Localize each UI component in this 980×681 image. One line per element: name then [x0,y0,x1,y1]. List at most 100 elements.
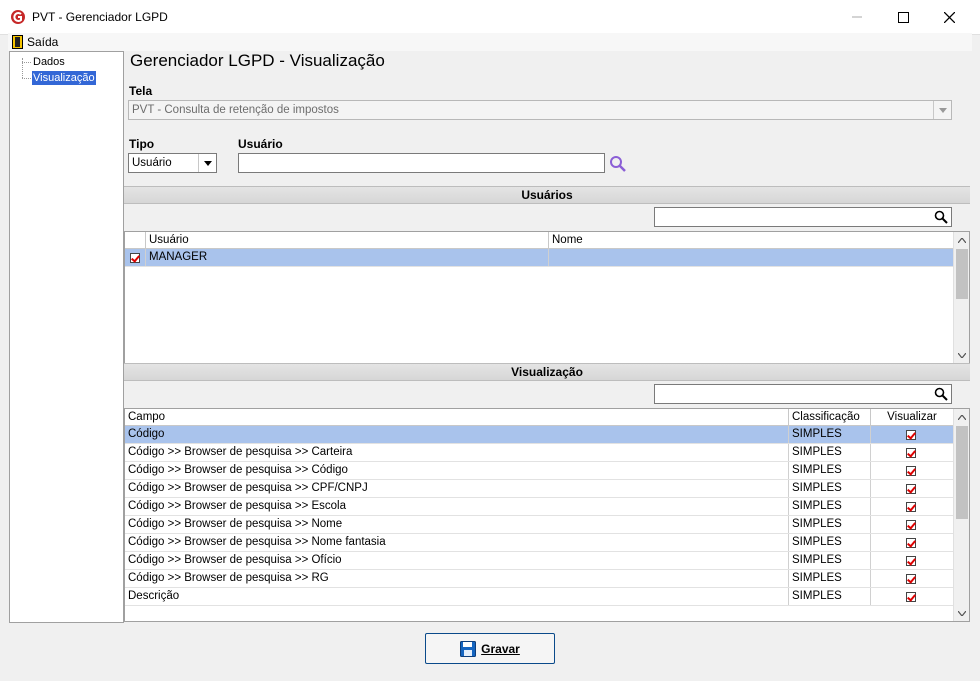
view-vertical-scrollbar[interactable] [953,409,969,621]
view-column-campo[interactable]: Campo [125,409,789,425]
users-vertical-scrollbar[interactable] [953,232,969,363]
view-cell-visualizar[interactable] [871,552,953,569]
table-row[interactable]: Código >> Browser de pesquisa >> Código S… [125,462,953,480]
users-section-header: Usuários [124,186,970,204]
exit-door-icon [12,35,23,49]
view-cell-classificacao: SIMPLES [789,552,871,569]
view-cell-campo: Código >> Browser de pesquisa >> Carteir… [125,444,789,461]
table-row[interactable]: Código >> Browser de pesquisa >> Escola S… [125,498,953,516]
tipo-select-value: Usuário [132,157,172,169]
view-cell-classificacao: SIMPLES [789,498,871,515]
view-column-classificacao[interactable]: Classificação [789,409,871,425]
view-cell-classificacao: SIMPLES [789,462,871,479]
scroll-up-arrow-icon[interactable] [954,232,969,248]
table-row[interactable]: Código >> Browser de pesquisa >> Ofício S… [125,552,953,570]
scroll-down-arrow-icon[interactable] [954,347,969,363]
view-cell-visualizar[interactable] [871,480,953,497]
visualizar-checkbox[interactable] [906,556,916,566]
close-button[interactable] [926,0,972,34]
view-cell-visualizar[interactable] [871,534,953,551]
tela-select-value: PVT - Consulta de retenção de impostos [132,104,339,116]
chevron-down-icon [938,107,947,113]
view-cell-classificacao: SIMPLES [789,444,871,461]
usuario-input[interactable] [238,153,605,173]
table-row[interactable]: Código >> Browser de pesquisa >> RG SIMPL… [125,570,953,588]
view-scroll-thumb[interactable] [956,426,968,519]
users-scroll-thumb[interactable] [956,249,968,299]
users-search-field[interactable] [654,207,952,227]
view-column-visualizar[interactable]: Visualizar [871,409,953,425]
chevron-down-icon [203,160,212,166]
view-cell-campo: Descrição [125,588,789,605]
tree-item-dados[interactable]: Dados [32,55,66,69]
maximize-icon [897,11,909,23]
minimize-button[interactable] [834,0,880,34]
table-row[interactable]: Código >> Browser de pesquisa >> CPF/CNP… [125,480,953,498]
exit-menu-item[interactable]: Saída [12,34,58,50]
page-title: Gerenciador LGPD - Visualização [130,51,385,70]
view-cell-visualizar[interactable] [871,570,953,587]
view-grid: Campo Classificação Visualizar Código SIM… [124,408,970,622]
view-cell-campo: Código >> Browser de pesquisa >> Nome fa… [125,534,789,551]
tela-select[interactable]: PVT - Consulta de retenção de impostos [128,100,952,120]
table-row[interactable]: Descrição SIMPLES [125,588,953,606]
floppy-disk-icon [460,640,477,657]
users-grid: Usuário Nome MANAGER [124,231,970,364]
close-icon [943,11,955,23]
table-row[interactable]: Código SIMPLES [125,426,953,444]
tipo-dropdown-button[interactable] [198,154,216,172]
search-icon[interactable] [934,210,948,224]
tipo-label: Tipo [129,137,155,151]
search-icon[interactable] [934,387,948,401]
scroll-down-arrow-icon[interactable] [954,605,969,621]
maximize-button[interactable] [880,0,926,34]
view-cell-visualizar[interactable] [871,498,953,515]
visualizar-checkbox[interactable] [906,484,916,494]
tree-item-visualizacao[interactable]: Visualização [32,71,96,85]
visualizar-checkbox[interactable] [906,538,916,548]
save-button[interactable]: Gravar [425,633,555,664]
view-cell-campo: Código >> Browser de pesquisa >> CPF/CNP… [125,480,789,497]
title-bar: PVT - Gerenciador LGPD [0,0,980,35]
view-cell-visualizar[interactable] [871,426,953,443]
scroll-up-arrow-icon[interactable] [954,409,969,425]
users-cell-nome [549,249,953,266]
exit-label: Saída [27,35,59,49]
table-row[interactable]: MANAGER [125,249,953,267]
row-checkbox-cell[interactable] [125,249,146,266]
table-row[interactable]: Código >> Browser de pesquisa >> Nome SIM… [125,516,953,534]
tela-dropdown-button[interactable] [933,101,951,119]
table-row[interactable]: Código >> Browser de pesquisa >> Nome fa… [125,534,953,552]
view-cell-visualizar[interactable] [871,588,953,605]
users-grid-header: Usuário Nome [125,232,953,249]
view-cell-classificacao: SIMPLES [789,534,871,551]
tree-connector [22,62,31,63]
visualizar-checkbox[interactable] [906,448,916,458]
visualizar-checkbox[interactable] [906,574,916,584]
row-checkbox[interactable] [130,253,140,263]
tela-label: Tela [129,84,153,98]
visualizar-checkbox[interactable] [906,592,916,602]
visualizar-checkbox[interactable] [906,520,916,530]
users-column-nome[interactable]: Nome [549,232,953,248]
view-cell-visualizar[interactable] [871,516,953,533]
view-search-field[interactable] [654,384,952,404]
view-cell-campo: Código >> Browser de pesquisa >> Nome [125,516,789,533]
search-icon[interactable] [609,155,627,173]
view-cell-visualizar[interactable] [871,444,953,461]
window-title: PVT - Gerenciador LGPD [32,10,168,24]
view-cell-classificacao: SIMPLES [789,480,871,497]
view-cell-campo: Código [125,426,789,443]
visualizar-checkbox[interactable] [906,430,916,440]
view-cell-visualizar[interactable] [871,462,953,479]
navigation-tree: Dados Visualização [9,51,124,623]
tipo-select[interactable]: Usuário [128,153,217,173]
app-logo-icon [11,10,25,24]
users-cell-usuario: MANAGER [146,249,549,266]
visualizar-checkbox[interactable] [906,502,916,512]
visualizar-checkbox[interactable] [906,466,916,476]
view-cell-classificacao: SIMPLES [789,588,871,605]
view-cell-classificacao: SIMPLES [789,570,871,587]
users-column-usuario[interactable]: Usuário [146,232,549,248]
table-row[interactable]: Código >> Browser de pesquisa >> Carteir… [125,444,953,462]
